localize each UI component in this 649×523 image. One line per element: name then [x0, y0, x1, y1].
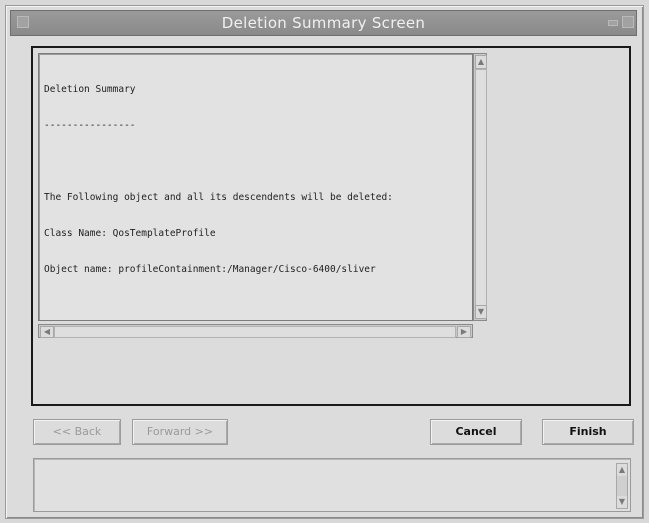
summary-class-name: Class Name: QosTemplateProfile — [44, 228, 216, 239]
status-scroll-down-icon[interactable]: ▼ — [617, 496, 627, 508]
summary-text-area[interactable]: Deletion Summary ---------------- The Fo… — [38, 53, 473, 321]
cancel-button[interactable]: Cancel — [430, 419, 522, 445]
scroll-left-icon[interactable]: ◀ — [40, 326, 54, 338]
status-scroll-up-icon[interactable]: ▲ — [617, 464, 627, 476]
minimize-icon[interactable] — [608, 20, 618, 26]
forward-button[interactable]: Forward >> — [132, 419, 228, 445]
title-bar[interactable]: Deletion Summary Screen — [10, 10, 637, 36]
vertical-scroll-thumb[interactable] — [475, 69, 487, 307]
vertical-scrollbar[interactable]: ▲ ▼ — [473, 53, 487, 321]
deletion-summary-window: Deletion Summary Screen Deletion Summary… — [5, 5, 644, 519]
summary-panel: Deletion Summary ---------------- The Fo… — [31, 46, 631, 406]
summary-heading: Deletion Summary — [44, 84, 136, 95]
window-title: Deletion Summary Screen — [221, 14, 426, 32]
back-button[interactable]: << Back — [33, 419, 121, 445]
status-message-area[interactable]: ▲ ▼ — [33, 458, 631, 512]
status-scrollbar[interactable]: ▲ ▼ — [616, 463, 628, 509]
summary-blank-line — [44, 156, 472, 168]
horizontal-scrollbar[interactable]: ◀ ▶ — [38, 324, 473, 338]
scroll-down-icon[interactable]: ▼ — [475, 305, 487, 319]
maximize-icon[interactable] — [622, 16, 634, 28]
horizontal-scroll-thumb[interactable] — [54, 326, 456, 338]
summary-message: The Following object and all its descend… — [44, 192, 393, 203]
summary-object-name: Object name: profileContainment:/Manager… — [44, 264, 376, 275]
scroll-up-icon[interactable]: ▲ — [475, 55, 487, 69]
summary-underline: ---------------- — [44, 120, 136, 131]
finish-button[interactable]: Finish — [542, 419, 634, 445]
scroll-right-icon[interactable]: ▶ — [457, 326, 471, 338]
